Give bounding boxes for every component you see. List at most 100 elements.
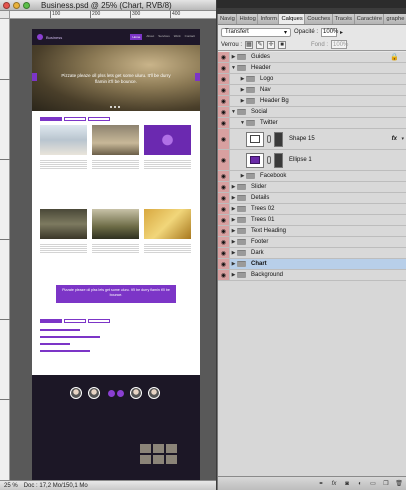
visibility-eye-icon[interactable]: ◉ [218,204,230,214]
lock-transparency-icon[interactable]: ▦ [245,40,254,49]
visibility-eye-icon[interactable]: ◉ [218,270,230,280]
layer-name: Header Bg [260,98,289,104]
disclosure-arrow-icon[interactable]: ▶ [239,87,246,93]
mockup-text-row-1 [40,159,192,169]
trash-icon[interactable]: 🗑 [395,480,403,488]
disclosure-arrow-icon[interactable]: ▶ [230,239,237,245]
layer-row-social[interactable]: ◉ ▼ Social [218,107,406,118]
document-window: Business.psd @ 25% (Chart, RVB/8) 100 20… [0,0,216,490]
layer-row-logo[interactable]: ◉ ▶ Logo [218,74,406,85]
disclosure-arrow-icon[interactable]: ▶ [230,228,237,234]
link-layers-icon[interactable]: ⚭ [317,480,325,488]
visibility-eye-icon[interactable]: ◉ [218,118,230,128]
layer-row-guides[interactable]: ◉ ▶ Guides 🔒 [218,52,406,63]
tab-navigator[interactable]: Navig [218,14,238,24]
visibility-eye-icon[interactable]: ◉ [218,259,230,269]
layer-row-text-heading[interactable]: ◉ ▶ Text Heading [218,226,406,237]
layer-row-footer[interactable]: ◉ ▶ Footer [218,237,406,248]
layer-name: Background [251,272,284,278]
mockup-thumb [144,209,191,239]
visibility-eye-icon[interactable]: ◉ [218,248,230,258]
opacity-slider-arrow-icon[interactable]: ▸ [340,29,343,36]
close-window-button[interactable] [3,1,10,9]
visibility-eye-icon[interactable]: ◉ [218,74,230,84]
vertical-ruler[interactable] [0,19,10,480]
visibility-eye-icon[interactable]: ◉ [218,215,230,225]
visibility-eye-icon[interactable]: ◉ [218,150,230,170]
new-group-icon[interactable]: ▭ [369,480,377,488]
tab-layers[interactable]: Calques [279,14,306,24]
tab-paths[interactable]: Tracés [333,14,355,24]
fill-input[interactable]: 100% [331,40,348,49]
layer-row-header-bg[interactable]: ◉ ▶ Header Bg [218,96,406,107]
disclosure-arrow-icon[interactable]: ▶ [230,184,237,190]
horizontal-ruler[interactable]: 100 200 300 400 [10,11,216,19]
tab-histogram[interactable]: Histog [237,14,259,24]
layer-row-nav[interactable]: ◉ ▶ Nav [218,85,406,96]
visibility-eye-icon[interactable]: ◉ [218,52,230,62]
layer-row-trees-02[interactable]: ◉ ▶ Trees 02 [218,204,406,215]
disclosure-arrow-icon[interactable]: ▶ [239,173,246,179]
disclosure-arrow-icon[interactable]: ▶ [230,272,237,278]
zoom-level[interactable]: 25 % [4,483,18,489]
visibility-eye-icon[interactable]: ◉ [218,171,230,181]
disclosure-arrow-icon[interactable]: ▶ [230,250,237,256]
layer-row-trees-01[interactable]: ◉ ▶ Trees 01 [218,215,406,226]
blend-mode-select[interactable]: Transfert ▾ [221,27,291,37]
mockup-footer [32,375,200,480]
layer-row-slider[interactable]: ◉ ▶ Slider [218,182,406,193]
visibility-eye-icon[interactable]: ◉ [218,129,230,149]
mask-icon[interactable]: ◙ [343,480,351,488]
layer-row-facebook[interactable]: ◉ ▶ Facebook [218,171,406,182]
disclosure-arrow-icon[interactable]: ▼ [239,120,246,126]
tab-paragraph[interactable]: graphe [384,14,406,24]
disclosure-arrow-icon[interactable]: ▶ [230,206,237,212]
lock-all-icon[interactable]: ■ [278,40,287,49]
ruler-corner[interactable] [0,11,10,19]
visibility-eye-icon[interactable]: ◉ [218,182,230,192]
layer-row-twitter[interactable]: ◉ ▼ Twitter [218,118,406,129]
canvas-area[interactable]: Business Home About Services Work Contac… [10,19,216,480]
tab-info[interactable]: Inform [258,14,280,24]
artboard[interactable]: Business Home About Services Work Contac… [32,29,200,480]
zoom-window-button[interactable] [23,1,30,9]
visibility-eye-icon[interactable]: ◉ [218,63,230,73]
document-size[interactable]: Doc : 17,2 Mo/150,1 Mo [24,483,88,489]
tab-character[interactable]: Caractère [355,14,385,24]
disclosure-arrow-icon[interactable]: ▶ [230,54,237,60]
layer-row-header[interactable]: ◉ ▼ Header [218,63,406,74]
disclosure-arrow-icon[interactable]: ▼ [230,65,237,71]
layer-row-chart[interactable]: ◉ ▶ Chart [218,259,406,270]
mockup-team-dot [108,390,115,397]
lock-position-icon[interactable]: ✛ [267,40,276,49]
disclosure-arrow-icon[interactable]: ▶ [239,98,246,104]
disclosure-arrow-icon[interactable]: ▼ [230,109,237,115]
adjustment-icon[interactable]: ◐ [356,480,364,488]
disclosure-arrow-icon[interactable]: ▶ [230,217,237,223]
minimize-window-button[interactable] [13,1,20,9]
disclosure-arrow-icon[interactable]: ▶ [230,261,237,267]
new-layer-icon[interactable]: ❐ [382,480,390,488]
layer-row-background[interactable]: ◉ ▶ Background [218,270,406,281]
disclosure-arrow-icon[interactable]: ▶ [239,76,246,82]
disclosure-arrow-icon[interactable]: ▶ [230,195,237,201]
lock-image-icon[interactable]: ✎ [256,40,265,49]
layer-row-details[interactable]: ◉ ▶ Details [218,193,406,204]
effects-toggle-icon[interactable]: ▾ [401,136,404,142]
tab-channels[interactable]: Couches [305,14,333,24]
opacity-input[interactable]: 100% [321,27,338,37]
visibility-eye-icon[interactable]: ◉ [218,237,230,247]
layer-row-ellipse-1[interactable]: ◉ Ellipse 1 [218,150,406,171]
visibility-eye-icon[interactable]: ◉ [218,107,230,117]
layer-row-dark[interactable]: ◉ ▶ Dark [218,248,406,259]
visibility-eye-icon[interactable]: ◉ [218,193,230,203]
layer-row-shape-15[interactable]: ◉ Shape 15 fx ▾ [218,129,406,150]
document-titlebar[interactable]: Business.psd @ 25% (Chart, RVB/8) [0,0,216,11]
fx-icon[interactable]: fx [330,480,338,488]
layers-list[interactable]: ◉ ▶ Guides 🔒 ◉ ▼ Header ◉ ▶ Logo ◉ ▶ Nav… [218,52,406,476]
visibility-eye-icon[interactable]: ◉ [218,85,230,95]
mockup-team-avatar [130,387,142,399]
visibility-eye-icon[interactable]: ◉ [218,96,230,106]
fx-icon[interactable]: fx [392,136,397,142]
visibility-eye-icon[interactable]: ◉ [218,226,230,236]
